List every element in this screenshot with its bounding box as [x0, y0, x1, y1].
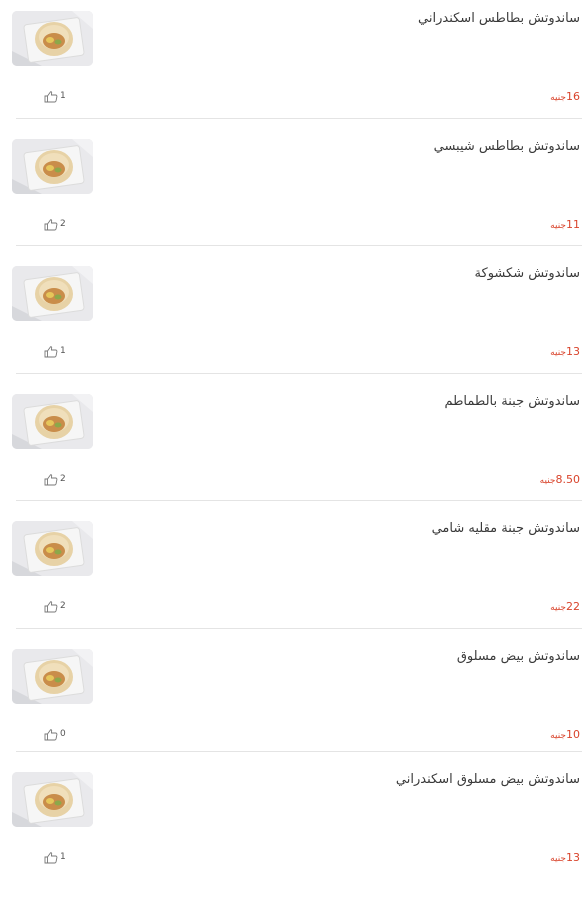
price-value: 13 — [566, 851, 580, 864]
price-value: 10 — [566, 728, 580, 741]
item-price: 13جنيه — [550, 343, 580, 360]
item-price: 8.50جنيه — [540, 471, 580, 488]
like-button[interactable]: 1 — [44, 89, 66, 103]
item-photo[interactable] — [12, 139, 93, 194]
like-button[interactable]: 1 — [44, 344, 66, 358]
item-price: 13جنيه — [550, 849, 580, 866]
item-price: 10جنيه — [550, 726, 580, 743]
like-count: 2 — [60, 474, 66, 484]
item-name[interactable]: ساندوتش بطاطس شيبسي — [120, 139, 580, 155]
menu-list: ساندوتش بطاطس اسكندراني 1 16جنيه ساندوتش… — [0, 0, 588, 877]
menu-item[interactable]: ساندوتش بيض مسلوق اسكندراني 1 13جنيه — [12, 772, 582, 899]
price-value: 16 — [566, 90, 580, 103]
sandwich-photo-image — [12, 139, 93, 194]
item-price: 16جنيه — [550, 88, 580, 105]
price-currency: جنيه — [550, 731, 566, 741]
like-button[interactable]: 1 — [44, 850, 66, 864]
item-price: 11جنيه — [550, 216, 580, 233]
like-count: 2 — [60, 601, 66, 611]
item-name[interactable]: ساندوتش جبنة بالطماطم — [120, 394, 580, 410]
sandwich-photo-image — [12, 649, 93, 704]
item-name[interactable]: ساندوتش بيض مسلوق اسكندراني — [120, 772, 580, 788]
item-name[interactable]: ساندوتش بطاطس اسكندراني — [120, 11, 580, 27]
thumbs-up-icon — [44, 728, 58, 740]
item-divider — [16, 245, 582, 246]
price-currency: جنيه — [550, 854, 566, 864]
item-name[interactable]: ساندوتش جبنة مقليه شامي — [120, 521, 580, 537]
menu-item[interactable]: ساندوتش بطاطس شيبسي 2 11جنيه — [12, 139, 582, 266]
item-photo[interactable] — [12, 11, 93, 66]
item-price: 22جنيه — [550, 598, 580, 615]
like-button[interactable]: 2 — [44, 472, 66, 486]
thumbs-up-icon — [44, 90, 58, 102]
price-value: 22 — [566, 600, 580, 613]
item-photo[interactable] — [12, 521, 93, 576]
like-button[interactable]: 2 — [44, 217, 66, 231]
like-button[interactable]: 0 — [44, 727, 66, 741]
item-name[interactable]: ساندوتش بيض مسلوق — [120, 649, 580, 665]
thumbs-up-icon — [44, 218, 58, 230]
item-photo[interactable] — [12, 772, 93, 827]
price-value: 11 — [566, 218, 580, 231]
menu-item[interactable]: ساندوتش جبنة بالطماطم 2 8.50جنيه — [12, 394, 582, 521]
price-currency: جنيه — [550, 348, 566, 358]
price-currency: جنيه — [539, 476, 556, 486]
item-photo[interactable] — [12, 394, 93, 449]
item-photo[interactable] — [12, 649, 93, 704]
thumbs-up-icon — [44, 600, 58, 612]
price-currency: جنيه — [550, 93, 566, 103]
item-photo[interactable] — [12, 266, 93, 321]
price-currency: جنيه — [550, 603, 566, 613]
thumbs-up-icon — [44, 473, 58, 485]
sandwich-photo-image — [12, 11, 93, 66]
item-divider — [16, 751, 582, 752]
item-divider — [16, 500, 582, 501]
price-value: 8.50 — [555, 473, 581, 486]
thumbs-up-icon — [44, 851, 58, 863]
sandwich-photo-image — [12, 521, 93, 576]
item-divider — [16, 118, 582, 119]
menu-item[interactable]: ساندوتش بيض مسلوق 0 10جنيه — [12, 649, 582, 776]
price-currency: جنيه — [550, 221, 566, 231]
price-value: 13 — [566, 345, 580, 358]
item-name[interactable]: ساندوتش شكشوكة — [120, 266, 580, 282]
like-button[interactable]: 2 — [44, 599, 66, 613]
like-count: 2 — [60, 219, 66, 229]
sandwich-photo-image — [12, 394, 93, 449]
sandwich-photo-image — [12, 772, 93, 827]
thumbs-up-icon — [44, 345, 58, 357]
sandwich-photo-image — [12, 266, 93, 321]
item-divider — [16, 628, 582, 629]
like-count: 1 — [60, 91, 66, 101]
item-divider — [16, 373, 582, 374]
like-count: 1 — [60, 852, 66, 862]
like-count: 1 — [60, 346, 66, 356]
like-count: 0 — [60, 729, 66, 739]
